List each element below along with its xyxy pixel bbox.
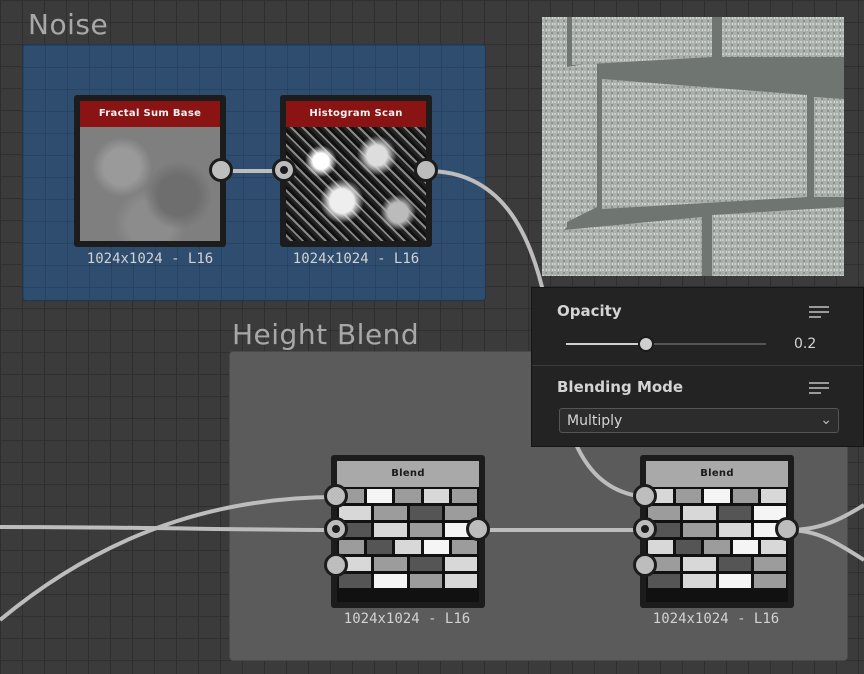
node-title: Histogram Scan — [286, 101, 426, 127]
node-title: Blend — [646, 461, 788, 487]
preview-3d-viewport[interactable] — [542, 17, 844, 276]
input-port-1[interactable] — [324, 484, 348, 508]
output-port[interactable] — [209, 158, 233, 182]
input-port-2[interactable] — [324, 517, 348, 541]
node-thumbnail — [80, 127, 220, 241]
output-port[interactable] — [466, 517, 490, 541]
wire-blend2-out-b — [787, 528, 864, 562]
input-port[interactable] — [272, 158, 296, 182]
node-size-label: 1024x1024 - L16 — [292, 251, 420, 267]
input-port-2[interactable] — [633, 517, 657, 541]
opacity-slider-fill — [566, 343, 646, 345]
menu-options-icon[interactable] — [809, 306, 829, 322]
wire-left-to-blend1-mid — [0, 525, 338, 532]
node-blend-2[interactable]: Blend — [640, 455, 794, 608]
node-histogram-scan[interactable]: Histogram Scan — [280, 95, 432, 247]
input-port-1[interactable] — [633, 484, 657, 508]
node-size-label: 1024x1024 - L16 — [86, 251, 214, 267]
node-thumbnail — [286, 127, 426, 241]
node-fractal-sum-base[interactable]: Fractal Sum Base — [74, 95, 226, 247]
brick-wall-render — [542, 17, 844, 276]
properties-panel: Opacity 0.2 Blending Mode Multiply ⌄ — [531, 287, 864, 447]
blending-mode-select[interactable]: Multiply ⌄ — [559, 408, 839, 433]
opacity-label: Opacity — [557, 302, 622, 320]
panel-divider — [532, 365, 863, 366]
node-size-label: 1024x1024 - L16 — [652, 611, 780, 627]
node-size-label: 1024x1024 - L16 — [343, 611, 471, 627]
input-port-3[interactable] — [324, 553, 348, 577]
node-title: Blend — [337, 461, 479, 487]
node-title: Fractal Sum Base — [80, 101, 220, 127]
input-port-3[interactable] — [633, 553, 657, 577]
output-port[interactable] — [414, 158, 438, 182]
opacity-value[interactable]: 0.2 — [794, 336, 816, 352]
node-blend-1[interactable]: Blend — [331, 455, 485, 608]
blending-mode-selected: Multiply — [567, 413, 623, 429]
output-port[interactable] — [775, 517, 799, 541]
wire-left-to-blend1-top — [0, 495, 338, 622]
opacity-slider-thumb[interactable] — [638, 336, 654, 352]
node-thumbnail — [646, 487, 788, 602]
menu-options-icon[interactable] — [809, 382, 829, 398]
wire-blend2-out-a — [787, 503, 864, 532]
chevron-down-icon: ⌄ — [820, 412, 832, 428]
opacity-slider[interactable] — [566, 336, 766, 352]
blending-mode-label: Blending Mode — [557, 378, 684, 396]
node-thumbnail — [337, 487, 479, 602]
